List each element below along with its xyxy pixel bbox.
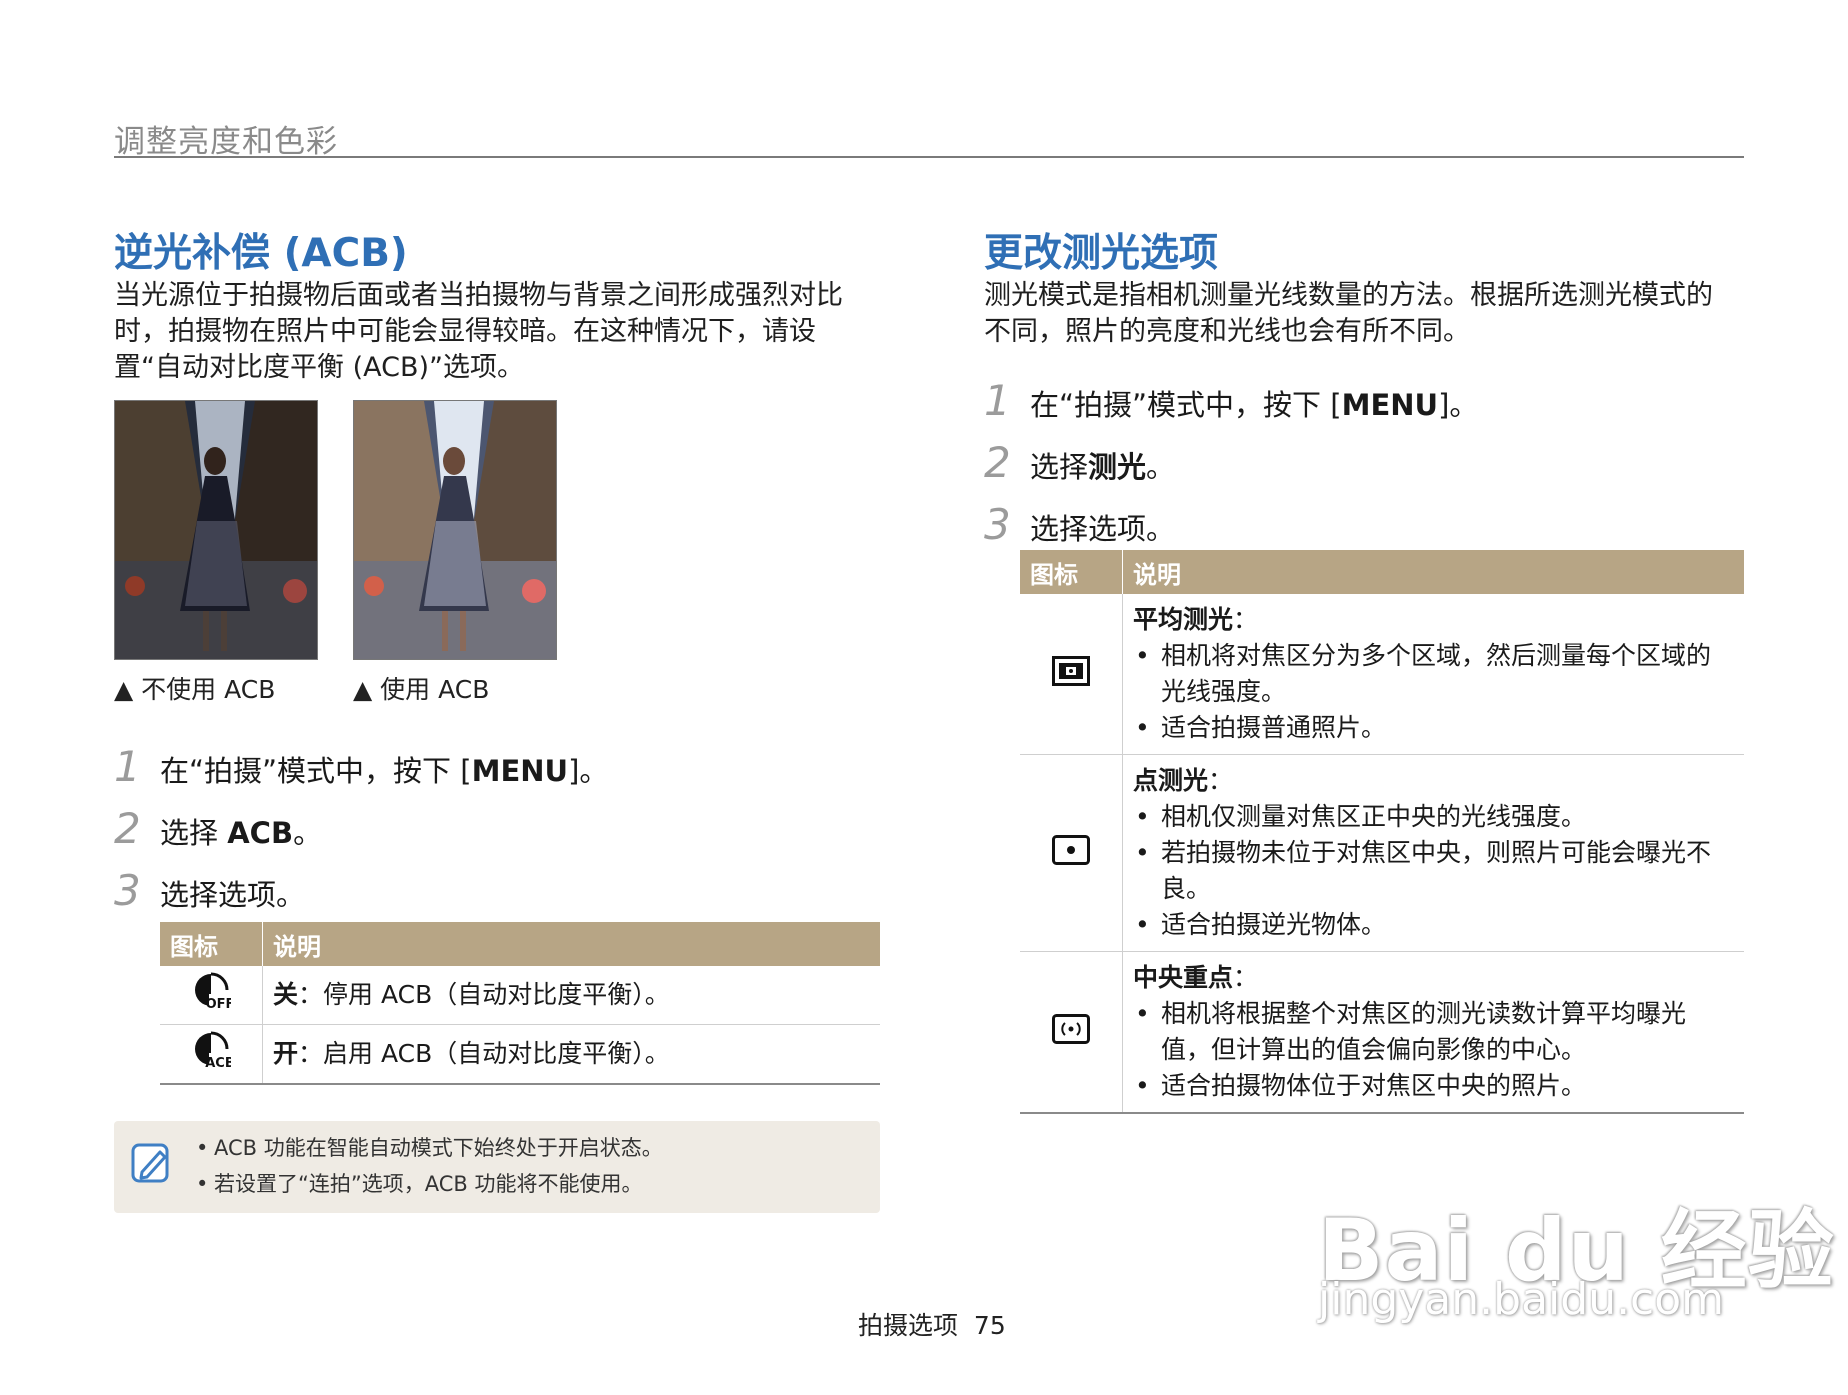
note-pencil-icon — [130, 1142, 174, 1190]
step-2: 2 选择测光。 — [984, 438, 1175, 487]
step-1: 1 在“拍摄”模式中，按下 [MENU]。 — [984, 376, 1478, 425]
table-row: 点测光： 相机仅测量对焦区正中央的光线强度。 若拍摄物未位于对焦区中央，则照片可… — [1020, 754, 1744, 952]
step-number: 2 — [984, 438, 1011, 487]
step-1: 1 在“拍摄”模式中，按下 [MENU]。 — [114, 742, 608, 791]
photo-without-acb — [114, 400, 318, 660]
intro-line: 置“自动对比度平衡 (ACB)”选项。 — [114, 352, 524, 383]
running-title: 调整亮度和色彩 — [114, 124, 338, 160]
step-text: 选择测光。 — [1030, 450, 1176, 484]
photo-caption: ▲ 不使用 ACB — [114, 675, 276, 704]
intro-line: 测光模式是指相机测量光线数量的方法。根据所选测光模式的 — [984, 280, 1713, 311]
page-number: 75 — [973, 1311, 1006, 1340]
photo-with-acb — [353, 400, 557, 660]
center-weighted-metering-icon — [1052, 1014, 1090, 1044]
intro-line: 当光源位于拍摄物后面或者当拍摄物与背景之间形成强烈对比 — [114, 280, 843, 311]
step-text: 在“拍摄”模式中，按下 [MENU]。 — [160, 754, 609, 788]
intro-line: 时，拍摄物在照片中可能会显得较暗。在这种情况下，请设 — [114, 316, 816, 347]
photo-caption: ▲ 使用 ACB — [353, 675, 490, 704]
step-number: 2 — [114, 804, 141, 853]
table-row: 平均测光： 相机将对焦区分为多个区域，然后测量每个区域的光线强度。 适合拍摄普通… — [1020, 594, 1744, 755]
step-number: 1 — [984, 376, 1011, 425]
acb-intro: 当光源位于拍摄物后面或者当拍摄物与背景之间形成强烈对比 时，拍摄物在照片中可能会… — [114, 278, 894, 386]
step-text: 选择选项。 — [1030, 512, 1176, 546]
svg-text:OFF: OFF — [206, 997, 231, 1012]
table-row: OFF 关：停用 ACB（自动对比度平衡）。 — [160, 966, 880, 1025]
acb-options-table: 图标 说明 OFF 关：停用 ACB（自动对比度平衡）。 ACB 开：启用 AC… — [160, 922, 880, 1085]
multi-metering-icon — [1052, 656, 1090, 686]
acb-off-description: 关：停用 ACB（自动对比度平衡）。 — [262, 966, 880, 1025]
step-number: 1 — [114, 742, 141, 791]
intro-line: 不同，照片的亮度和光线也会有所不同。 — [984, 316, 1470, 347]
table-header-description: 说明 — [262, 922, 880, 966]
center-weighted-description: 中央重点： 相机将根据整个对焦区的测光读数计算平均曝光值，但计算出的值会偏向影像… — [1122, 951, 1744, 1114]
header-divider — [114, 156, 1744, 158]
step-text: 选择 ACB。 — [160, 816, 323, 850]
acb-on-description: 开：启用 ACB（自动对比度平衡）。 — [262, 1024, 880, 1085]
note-text: ACB 功能在智能自动模式下始终处于开启状态。 若设置了“连拍”选项，ACB 功… — [194, 1130, 663, 1202]
average-metering-description: 平均测光： 相机将对焦区分为多个区域，然后测量每个区域的光线强度。 适合拍摄普通… — [1122, 594, 1744, 755]
step-3: 3 选择选项。 — [984, 500, 1175, 549]
spot-metering-description: 点测光： 相机仅测量对焦区正中央的光线强度。 若拍摄物未位于对焦区中央，则照片可… — [1122, 754, 1744, 952]
acb-on-icon: ACB — [195, 1031, 235, 1071]
table-row: ACB 开：启用 ACB（自动对比度平衡）。 — [160, 1024, 880, 1085]
step-text: 选择选项。 — [160, 878, 306, 912]
table-row: 中央重点： 相机将根据整个对焦区的测光读数计算平均曝光值，但计算出的值会偏向影像… — [1020, 951, 1744, 1114]
metering-options-table: 图标 说明 平均测光： 相机将对焦区分为多个区域，然后测量每个区域的光线强度。 … — [1020, 550, 1744, 1114]
metering-intro: 测光模式是指相机测量光线数量的方法。根据所选测光模式的 不同，照片的亮度和光线也… — [984, 278, 1764, 350]
footer-section: 拍摄选项 — [858, 1311, 959, 1340]
note-line: 若设置了“连拍”选项，ACB 功能将不能使用。 — [194, 1166, 663, 1202]
spot-metering-icon — [1052, 835, 1090, 865]
acb-off-icon: OFF — [195, 972, 234, 1012]
table-header-icon: 图标 — [1020, 550, 1123, 594]
page-footer: 拍摄选项 75 — [858, 1306, 1006, 1342]
step-number: 3 — [984, 500, 1011, 549]
acb-section-title: 逆光补偿 (ACB) — [114, 231, 408, 276]
table-header-icon: 图标 — [160, 922, 263, 966]
metering-section-title: 更改测光选项 — [984, 231, 1219, 276]
step-2: 2 选择 ACB。 — [114, 804, 322, 853]
step-number: 3 — [114, 866, 141, 915]
table-header-description: 说明 — [1122, 550, 1744, 594]
note-line: ACB 功能在智能自动模式下始终处于开启状态。 — [194, 1130, 663, 1166]
baidu-watermark-url: jingyan.baidu.com — [1318, 1274, 1725, 1325]
step-3: 3 选择选项。 — [114, 866, 305, 915]
svg-text:ACB: ACB — [205, 1056, 231, 1071]
step-text: 在“拍摄”模式中，按下 [MENU]。 — [1030, 388, 1479, 422]
